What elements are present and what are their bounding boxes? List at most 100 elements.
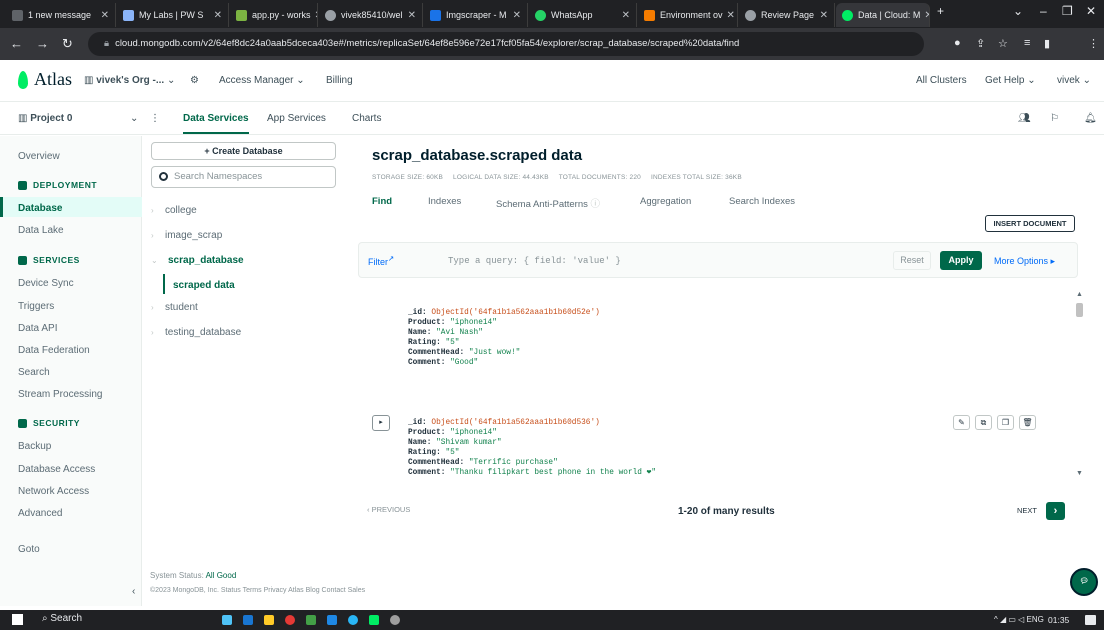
users-icon[interactable]: 👥︎ [1018, 113, 1031, 124]
sidebar-item-advanced[interactable]: Advanced [18, 508, 62, 519]
documents-scrollbar-thumb[interactable] [1076, 303, 1083, 317]
namespace-testing-database[interactable]: testing_database [165, 327, 241, 338]
windows-start-icon[interactable] [12, 614, 23, 625]
chevron-down-icon[interactable]: ⌄ [1013, 4, 1023, 18]
close-icon[interactable]: ✕ [311, 10, 317, 21]
tab-data-services[interactable]: Data Services [183, 113, 249, 134]
taskbar-app-icon[interactable] [306, 615, 316, 625]
namespace-student[interactable]: student [165, 302, 198, 313]
browser-tab-6[interactable]: WhatsApp ✕ [529, 3, 637, 27]
project-selector[interactable]: ▥ Project 0 [18, 113, 72, 124]
all-clusters-link[interactable]: All Clusters [916, 75, 967, 86]
delete-document-button[interactable]: 🗑︎ [1019, 415, 1036, 430]
new-tab-button[interactable]: + [937, 4, 944, 18]
chevron-right-icon[interactable]: › [151, 303, 154, 312]
settings-icon[interactable] [390, 615, 400, 625]
chevron-down-icon[interactable]: ⌄ [151, 256, 158, 265]
tab-aggregation[interactable]: Aggregation [640, 196, 691, 207]
browser-tab-1[interactable]: 1 new message ✕ [6, 3, 116, 27]
access-manager-menu[interactable]: Access Manager ⌄ [219, 75, 305, 86]
apply-button[interactable]: Apply [940, 251, 982, 270]
activity-icon[interactable]: ⚐ [1050, 113, 1059, 124]
tab-app-services[interactable]: App Services [267, 113, 326, 124]
sidebar-item-data-lake[interactable]: Data Lake [18, 225, 64, 236]
back-arrow-icon[interactable]: ← [10, 36, 23, 51]
tab-schema-anti-patterns[interactable]: Schema Anti-Patterns ⓘ [496, 196, 600, 210]
taskbar-app-icon[interactable] [222, 615, 232, 625]
insert-document-button[interactable]: INSERT DOCUMENT [985, 215, 1075, 232]
user-menu[interactable]: vivek ⌄ [1057, 75, 1091, 86]
close-icon[interactable]: ✕ [920, 10, 929, 21]
browser-tab-8[interactable]: Review Page ✕ [739, 3, 835, 27]
sidebar-item-search[interactable]: Search [18, 367, 50, 378]
sidebar-icon[interactable]: ▮ [1044, 37, 1050, 50]
minimize-icon[interactable]: – [1040, 4, 1047, 18]
star-icon[interactable]: ☆ [998, 37, 1008, 50]
namespace-scrap-database[interactable]: scrap_database [168, 255, 244, 266]
query-input[interactable]: Type a query: { field: 'value' } [448, 256, 621, 266]
taskbar-app-icon[interactable] [369, 615, 379, 625]
close-icon[interactable]: ✕ [97, 10, 109, 21]
sidebar-item-backup[interactable]: Backup [18, 441, 51, 452]
sidebar-item-goto[interactable]: Goto [18, 544, 40, 555]
reset-button[interactable]: Reset [893, 251, 931, 270]
collection-scraped-data[interactable]: scraped data [173, 280, 235, 291]
sidebar-item-overview[interactable]: Overview [18, 151, 60, 162]
bell-icon[interactable]: 🔔︎ [1084, 113, 1097, 124]
browser-tab-4[interactable]: vivek85410/wel ✕ [319, 3, 423, 27]
reload-icon[interactable]: ↻ [62, 36, 73, 52]
close-icon[interactable]: ✕ [816, 10, 828, 21]
notification-icon[interactable] [1085, 615, 1096, 625]
billing-link[interactable]: Billing [326, 75, 353, 86]
next-page-button[interactable]: › [1046, 502, 1065, 520]
namespace-college[interactable]: college [165, 205, 197, 216]
sidebar-item-data-federation[interactable]: Data Federation [18, 345, 90, 356]
org-selector[interactable]: ▥ vivek's Org -... ⌄ [84, 75, 175, 86]
google-icon[interactable]: ● [954, 37, 961, 49]
create-database-button[interactable]: + Create Database [151, 142, 336, 160]
close-icon[interactable]: ✕ [404, 10, 416, 21]
gear-icon[interactable]: ⚙ [190, 75, 199, 86]
more-vertical-icon[interactable]: ⋮ [150, 113, 160, 124]
browser-tab-2[interactable]: My Labs | PW S ✕ [117, 3, 229, 27]
footer-links[interactable]: ©2023 MongoDB, Inc. Status Terms Privacy… [150, 587, 365, 594]
edit-document-button[interactable]: ✎ [953, 415, 970, 430]
forward-arrow-icon[interactable]: → [36, 36, 49, 51]
browser-tab-3[interactable]: app.py - works✕ [230, 3, 318, 27]
collapse-sidebar-icon[interactable]: ‹ [132, 586, 135, 597]
tab-charts[interactable]: Charts [352, 113, 381, 124]
sidebar-item-database-access[interactable]: Database Access [18, 464, 95, 475]
sidebar-item-data-api[interactable]: Data API [18, 323, 57, 334]
taskbar-app-icon[interactable] [243, 615, 253, 625]
chat-support-button[interactable]: 💬︎ [1070, 568, 1098, 596]
browser-tab-7[interactable]: Environment ov ✕ [638, 3, 738, 27]
chevron-down-icon[interactable]: ⌄ [130, 113, 138, 124]
system-tray[interactable]: ^ ◢ ▭ ◁ ENG [994, 615, 1044, 624]
filter-label[interactable]: Filter↗ [368, 254, 394, 267]
url-field[interactable]: 🔒︎ cloud.mongodb.com/v2/64ef8dc24a0aab5dc… [88, 32, 924, 56]
clone-document-button[interactable]: ❐ [997, 415, 1014, 430]
atlas-logo[interactable]: Atlas [18, 69, 72, 90]
chevron-right-icon[interactable]: › [151, 328, 154, 337]
copy-document-button[interactable]: ⧉ [975, 415, 992, 430]
sidebar-item-triggers[interactable]: Triggers [18, 301, 54, 312]
previous-page-button[interactable]: ‹ PREVIOUS [367, 505, 410, 514]
sidebar-item-network-access[interactable]: Network Access [18, 486, 89, 497]
close-window-icon[interactable]: ✕ [1086, 4, 1096, 18]
close-icon[interactable]: ✕ [723, 10, 735, 21]
sidebar-item-stream-processing[interactable]: Stream Processing [18, 389, 102, 400]
tab-indexes[interactable]: Indexes [428, 196, 461, 207]
system-status[interactable]: System Status: All Good [150, 571, 236, 580]
tab-search-indexes[interactable]: Search Indexes [729, 196, 795, 207]
namespace-search-input[interactable]: Search Namespaces [151, 166, 336, 188]
reading-list-icon[interactable]: ≡ [1024, 37, 1030, 49]
share-icon[interactable]: ⇪ [976, 37, 985, 50]
browser-tab-5[interactable]: Imgscraper - M ✕ [424, 3, 528, 27]
more-options-button[interactable]: More Options ▸ [994, 256, 1055, 267]
maximize-icon[interactable]: ❐ [1062, 4, 1073, 18]
folder-icon[interactable] [264, 615, 274, 625]
chevron-right-icon[interactable]: › [151, 206, 154, 215]
tab-find[interactable]: Find [372, 196, 392, 207]
close-icon[interactable]: ✕ [509, 10, 521, 21]
namespace-image-scrap[interactable]: image_scrap [165, 230, 222, 241]
